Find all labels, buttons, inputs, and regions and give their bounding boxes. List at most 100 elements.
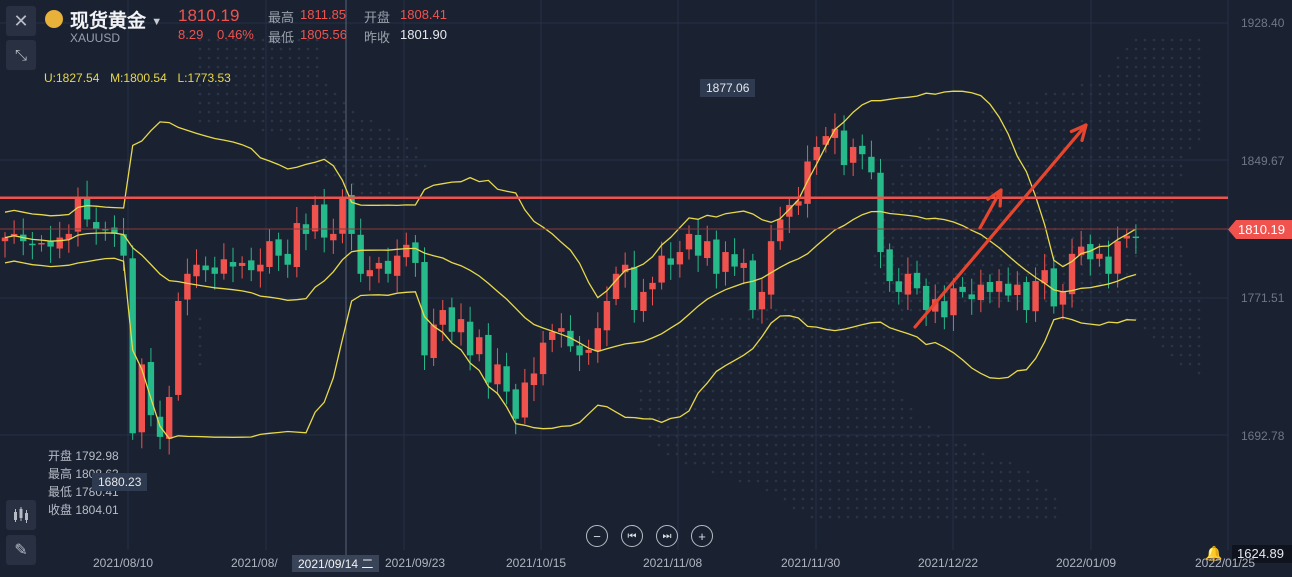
map-dot bbox=[1098, 92, 1102, 96]
map-dot bbox=[837, 326, 841, 330]
map-dot bbox=[1098, 290, 1102, 294]
map-dot bbox=[720, 317, 724, 321]
zoom-in-button[interactable]: + bbox=[691, 525, 713, 547]
map-dot bbox=[828, 335, 832, 339]
map-dot bbox=[297, 56, 301, 60]
map-dot bbox=[1044, 299, 1048, 303]
map-dot bbox=[1161, 56, 1165, 60]
map-dot bbox=[873, 452, 877, 456]
map-dot bbox=[945, 173, 949, 177]
map-dot bbox=[1188, 101, 1192, 105]
map-dot bbox=[765, 371, 769, 375]
candle-body bbox=[594, 328, 601, 352]
map-dot bbox=[954, 497, 958, 501]
map-dot bbox=[945, 164, 949, 168]
x-tick-8: 2022/01/09 bbox=[1056, 556, 1117, 570]
map-dot bbox=[1071, 92, 1075, 96]
map-dot bbox=[837, 362, 841, 366]
map-dot bbox=[981, 182, 985, 186]
zoom-out-button[interactable]: − bbox=[586, 525, 608, 547]
map-dot bbox=[1179, 83, 1183, 87]
map-dot bbox=[684, 425, 688, 429]
close-icon: ✕ bbox=[13, 10, 29, 31]
map-dot bbox=[315, 146, 319, 150]
map-dot bbox=[1026, 101, 1030, 105]
map-dot bbox=[234, 92, 238, 96]
map-dot bbox=[810, 389, 814, 393]
map-dot bbox=[1071, 218, 1075, 222]
map-dot bbox=[981, 110, 985, 114]
map-dot bbox=[1143, 281, 1147, 285]
map-dot bbox=[405, 173, 409, 177]
map-dot bbox=[1008, 119, 1012, 123]
map-dot bbox=[954, 164, 958, 168]
map-dot bbox=[810, 488, 814, 492]
draw-button[interactable]: ✎ bbox=[6, 535, 36, 565]
map-dot bbox=[324, 128, 328, 132]
instrument-name: 现货黄金 bbox=[70, 11, 147, 32]
map-dot bbox=[1188, 335, 1192, 339]
map-dot bbox=[1044, 182, 1048, 186]
map-dot bbox=[1161, 65, 1165, 69]
map-dot bbox=[1080, 299, 1084, 303]
scroll-right-button[interactable]: ⏭ bbox=[656, 525, 678, 547]
map-dot bbox=[684, 416, 688, 420]
map-dot bbox=[963, 128, 967, 132]
map-dot bbox=[1107, 128, 1111, 132]
map-dot bbox=[729, 317, 733, 321]
map-dot bbox=[1179, 137, 1183, 141]
map-dot bbox=[936, 281, 940, 285]
boll-middle: M:1800.54 bbox=[110, 71, 167, 85]
map-dot bbox=[1134, 254, 1138, 258]
map-dot bbox=[873, 380, 877, 384]
max-marker: 1877.06 bbox=[700, 79, 756, 97]
map-dot bbox=[306, 56, 310, 60]
map-dot bbox=[792, 425, 796, 429]
map-dot bbox=[783, 371, 787, 375]
map-dot bbox=[1188, 281, 1192, 285]
indicator-button[interactable] bbox=[6, 500, 36, 530]
scroll-left-button[interactable]: ⏮ bbox=[621, 525, 643, 547]
close-button[interactable]: ✕ bbox=[6, 6, 36, 36]
candle-body bbox=[293, 223, 301, 268]
map-dot bbox=[855, 326, 859, 330]
map-dot bbox=[990, 263, 994, 267]
map-dot bbox=[639, 389, 643, 393]
map-dot bbox=[396, 164, 400, 168]
map-dot bbox=[216, 47, 220, 51]
map-dot bbox=[288, 119, 292, 123]
map-dot bbox=[1125, 137, 1129, 141]
map-dot bbox=[1008, 200, 1012, 204]
map-dot bbox=[216, 101, 220, 105]
map-dot bbox=[1161, 272, 1165, 276]
map-dot bbox=[927, 254, 931, 258]
candlestick-chart[interactable] bbox=[0, 0, 1292, 577]
map-dot bbox=[396, 137, 400, 141]
map-dot bbox=[963, 443, 967, 447]
map-dot bbox=[864, 488, 868, 492]
map-dot bbox=[864, 515, 868, 519]
map-dot bbox=[720, 362, 724, 366]
map-dot bbox=[1134, 74, 1138, 78]
map-dot bbox=[873, 353, 877, 357]
map-dot bbox=[819, 515, 823, 519]
instrument-title[interactable]: 现货黄金 ▼ bbox=[70, 6, 162, 33]
map-dot bbox=[747, 425, 751, 429]
map-dot bbox=[1125, 272, 1129, 276]
map-dot bbox=[990, 245, 994, 249]
ohlc-close: 收盘 1804.01 bbox=[48, 503, 119, 517]
map-dot bbox=[702, 461, 706, 465]
map-dot bbox=[900, 200, 904, 204]
candle-body bbox=[184, 273, 191, 300]
map-dot bbox=[1026, 236, 1030, 240]
map-dot bbox=[927, 155, 931, 159]
map-dot bbox=[1143, 83, 1147, 87]
map-dot bbox=[414, 155, 418, 159]
map-dot bbox=[1188, 272, 1192, 276]
map-dot bbox=[1179, 65, 1183, 69]
map-dot bbox=[1188, 74, 1192, 78]
map-dot bbox=[1116, 92, 1120, 96]
collapse-button[interactable]: ⤡ bbox=[6, 40, 36, 70]
map-dot bbox=[351, 155, 355, 159]
map-dot bbox=[693, 353, 697, 357]
